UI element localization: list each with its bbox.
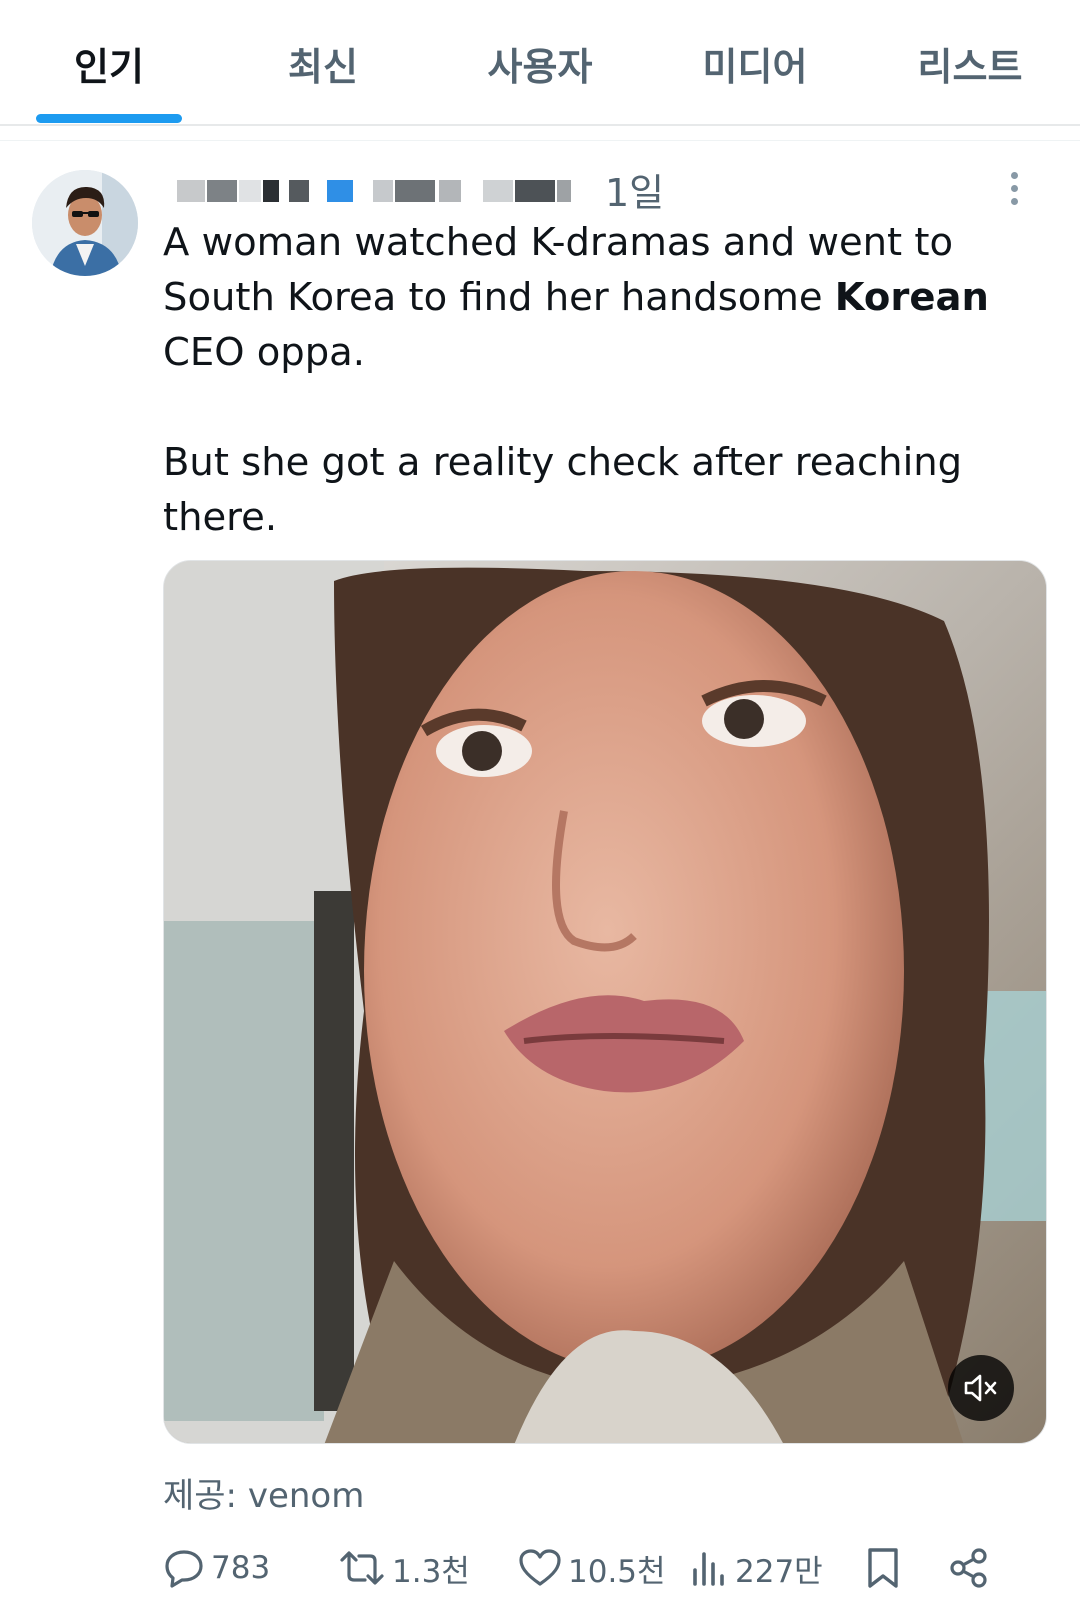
more-options-icon[interactable] [1008, 172, 1020, 212]
media-credit: 제공: venom [163, 1476, 365, 1516]
like-count: 10.5천 [568, 1553, 666, 1590]
tab-media[interactable]: 미디어 [665, 0, 845, 126]
reply-icon [165, 1550, 203, 1588]
tweet-header: 1일 [163, 162, 1033, 217]
volume-muted-icon [964, 1374, 997, 1402]
tab-label: 미디어 [702, 44, 808, 89]
share-icon [950, 1548, 987, 1588]
retweet-icon [340, 1551, 384, 1585]
mute-toggle[interactable] [948, 1355, 1014, 1421]
avatar[interactable] [32, 170, 138, 276]
tab-label: 인기 [74, 44, 144, 89]
highlighted-keyword: Korean [834, 275, 989, 320]
tab-people[interactable]: 사용자 [450, 0, 630, 126]
views-count: 227만 [735, 1553, 823, 1590]
bookmark-button[interactable] [865, 1538, 901, 1598]
analytics-icon [693, 1552, 724, 1586]
tab-label: 사용자 [487, 44, 593, 89]
tab-popular[interactable]: 인기 [36, 0, 182, 126]
reply-count: 783 [211, 1550, 271, 1586]
tab-label: 리스트 [917, 44, 1023, 89]
tweet-video[interactable] [163, 560, 1047, 1444]
tab-bar: 인기 최신 사용자 미디어 리스트 [0, 0, 1080, 126]
tweet-actions: 783 1.3천 10.5천 227만 [163, 1538, 1043, 1598]
divider [0, 140, 1080, 141]
tab-label: 최신 [288, 44, 358, 89]
bookmark-icon [868, 1548, 898, 1588]
tab-latest[interactable]: 최신 [250, 0, 396, 126]
tweet-time[interactable]: 1일 [605, 162, 664, 217]
tab-lists[interactable]: 리스트 [880, 0, 1060, 126]
active-tab-indicator [36, 114, 182, 123]
heart-icon [519, 1549, 561, 1586]
views-button[interactable]: 227만 [691, 1538, 823, 1598]
share-button[interactable] [948, 1538, 990, 1598]
redacted-username[interactable] [177, 174, 593, 204]
retweet-count: 1.3천 [392, 1553, 470, 1590]
tweet-text: A woman watched K-dramas and went to Sou… [163, 215, 1003, 545]
retweet-button[interactable]: 1.3천 [338, 1538, 470, 1598]
reply-button[interactable]: 783 [163, 1538, 270, 1598]
like-button[interactable]: 10.5천 [518, 1538, 666, 1598]
